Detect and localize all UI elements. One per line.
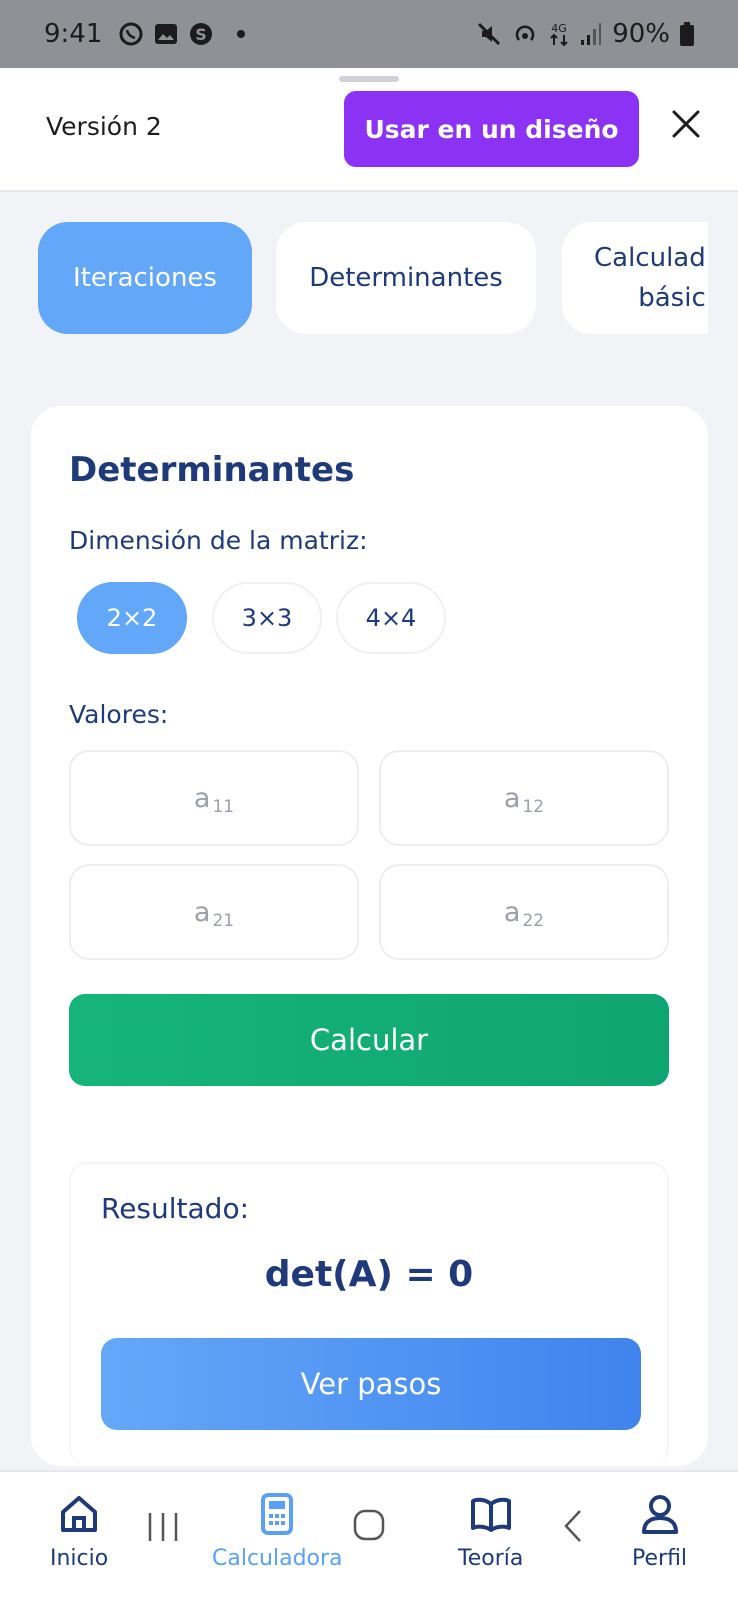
network-4g-icon: 4G — [548, 21, 570, 47]
mode-tabs: Iteraciones Determinantes Calculad básic — [38, 222, 708, 336]
book-icon — [470, 1497, 511, 1532]
system-home-button[interactable] — [352, 1508, 386, 1542]
nav-item-calculadora[interactable]: Calculadora — [212, 1492, 343, 1571]
user-icon — [641, 1495, 678, 1534]
values-label: Valores: — [69, 700, 169, 729]
back-icon — [564, 1510, 581, 1542]
status-time: 9:41 — [44, 19, 103, 49]
calculator-icon — [261, 1493, 294, 1535]
dimension-2x2-button[interactable]: 2×2 — [77, 582, 187, 654]
tab-label-line1: Calculad — [594, 242, 706, 273]
cell-placeholder-base: a — [503, 782, 521, 814]
status-bar-left: 9:41 S — [44, 19, 246, 49]
tab-iteraciones[interactable]: Iteraciones — [38, 222, 252, 334]
svg-text:S: S — [196, 25, 208, 44]
mute-icon — [476, 21, 502, 47]
recents-button[interactable] — [146, 1510, 180, 1544]
battery-percent: 90% — [612, 19, 670, 49]
result-value: det(A) = 0 — [264, 1254, 474, 1295]
whatsapp-icon — [118, 21, 144, 47]
sheet-header: Versión 2 Usar en un diseño — [0, 68, 738, 192]
svg-text:4G: 4G — [551, 22, 567, 35]
nav-label: Teoría — [458, 1546, 524, 1571]
tab-label-line2: básic — [638, 283, 706, 313]
tab-label: Iteraciones — [73, 262, 217, 293]
back-button[interactable] — [560, 1508, 586, 1544]
nav-item-teoria[interactable]: Teoría — [458, 1492, 523, 1571]
cell-placeholder-sub: 21 — [212, 911, 235, 931]
matrix-input-a11[interactable]: a 11 — [69, 750, 359, 846]
home-icon — [61, 1496, 98, 1532]
view-steps-button[interactable]: Ver pasos — [101, 1338, 641, 1430]
gallery-icon — [154, 22, 178, 46]
matrix-input-a21[interactable]: a 21 — [69, 864, 359, 960]
nav-item-inicio[interactable]: Inicio — [50, 1492, 108, 1571]
tab-determinantes[interactable]: Determinantes — [276, 222, 536, 334]
result-panel: Resultado: det(A) = 0 Ver pasos — [69, 1162, 669, 1466]
nav-item-perfil[interactable]: Perfil — [632, 1492, 687, 1571]
nav-label: Calculadora — [212, 1546, 343, 1571]
close-button[interactable] — [666, 104, 706, 144]
cell-placeholder-base: a — [193, 896, 211, 928]
bottom-nav: Inicio Calculadora Teoría Perfil — [0, 1470, 738, 1600]
tab-label: Determinantes — [309, 262, 503, 293]
matrix-input-a22[interactable]: a 22 — [379, 864, 669, 960]
dot-icon — [236, 29, 246, 39]
cell-placeholder-sub: 11 — [212, 797, 235, 817]
cell-placeholder-sub: 22 — [522, 911, 545, 931]
hotspot-icon — [512, 21, 538, 47]
cell-placeholder-sub: 12 — [522, 797, 545, 817]
battery-icon — [680, 22, 694, 46]
home-system-icon — [353, 1509, 385, 1541]
nav-label: Inicio — [50, 1546, 109, 1571]
dimension-4x4-button[interactable]: 4×4 — [336, 582, 446, 654]
dimension-3x3-button[interactable]: 3×3 — [212, 582, 322, 654]
tab-calculadora-basica[interactable]: Calculad básic — [562, 222, 708, 334]
cell-placeholder-base: a — [193, 782, 211, 814]
card-title: Determinantes — [69, 450, 355, 490]
matrix-input-a12[interactable]: a 12 — [379, 750, 669, 846]
skype-icon: S — [188, 21, 214, 47]
drag-handle[interactable] — [339, 76, 399, 82]
use-in-design-button[interactable]: Usar en un diseño — [344, 91, 639, 167]
dimension-label: Dimensión de la matriz: — [69, 526, 368, 555]
nav-label: Perfil — [632, 1546, 688, 1571]
calculate-button[interactable]: Calcular — [69, 994, 669, 1086]
recents-icon — [148, 1513, 178, 1541]
status-bar: 9:41 S 4G 90% — [0, 0, 738, 68]
determinants-card: Determinantes Dimensión de la matriz: 2×… — [31, 406, 708, 1466]
cell-placeholder-base: a — [503, 896, 521, 928]
result-label: Resultado: — [101, 1192, 250, 1225]
status-bar-right: 4G 90% — [476, 19, 694, 49]
version-label: Versión 2 — [46, 112, 162, 141]
signal-icon — [580, 22, 602, 46]
close-icon — [672, 110, 700, 138]
